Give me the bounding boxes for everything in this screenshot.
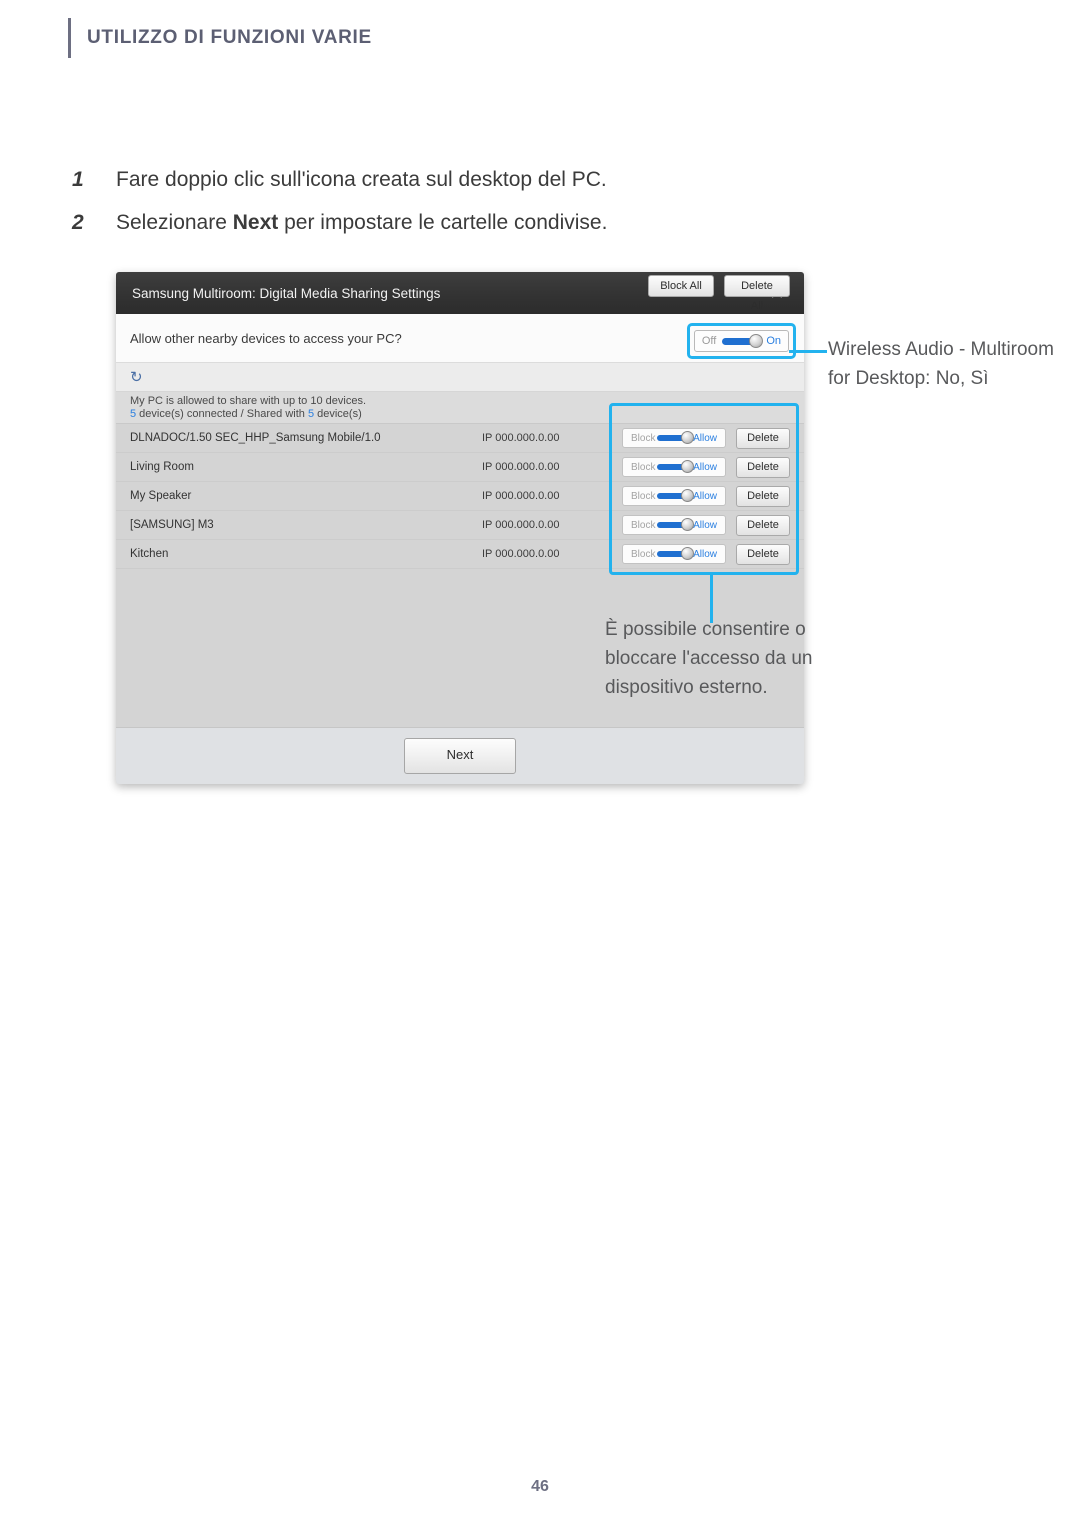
allow-label: Allow — [693, 490, 717, 502]
block-label: Block — [631, 519, 656, 531]
header-accent-rule — [68, 18, 71, 58]
next-button[interactable]: Next — [404, 738, 516, 774]
row-controls: Block Allow Delete — [622, 427, 790, 449]
toggle-knob[interactable] — [681, 489, 695, 502]
toggle-knob[interactable] — [681, 460, 695, 473]
toggle-knob[interactable] — [681, 547, 695, 560]
callout-line-toggle — [789, 350, 827, 353]
step-text: Selezionare Next per impostare le cartel… — [116, 209, 607, 236]
toggle-track — [657, 547, 695, 560]
allow-label: Allow — [693, 432, 717, 444]
page-number: 46 — [531, 1478, 549, 1495]
toggle-track — [657, 460, 695, 473]
device-block-allow-toggle[interactable]: Block Allow — [622, 428, 726, 448]
device-ip: IP 000.000.0.00 — [482, 490, 560, 502]
toggle-knob[interactable] — [749, 333, 764, 348]
refresh-toolbar: ↻ — [116, 363, 804, 392]
dialog-footer: Next — [116, 727, 804, 784]
share-info-bar: My PC is allowed to share with up to 10 … — [116, 275, 804, 424]
device-block-allow-toggle[interactable]: Block Allow — [622, 544, 726, 564]
row-controls: Block Allow Delete — [622, 456, 790, 478]
device-name: My Speaker — [130, 490, 192, 502]
allow-access-row: Allow other nearby devices to access you… — [116, 314, 804, 363]
delete-button[interactable]: Delete — [736, 427, 790, 449]
toggle-on-label: On — [766, 335, 781, 347]
block-label: Block — [631, 548, 656, 560]
device-ip: IP 000.000.0.00 — [482, 519, 560, 531]
delete-button[interactable]: Delete — [736, 514, 790, 536]
allow-label: Allow — [693, 519, 717, 531]
device-ip: IP 000.000.0.00 — [482, 548, 560, 560]
list-item: 2 Selezionare Next per impostare le cart… — [68, 209, 1008, 236]
screenshot-figure: Samsung Multiroom: Digital Media Sharing… — [116, 272, 804, 784]
table-row: DLNADOC/1.50 SEC_HHP_Samsung Mobile/1.0 … — [116, 424, 804, 453]
step-text-part: Selezionare — [116, 211, 233, 235]
master-allow-toggle[interactable]: Off On — [693, 330, 789, 352]
allow-label: Allow — [693, 461, 717, 473]
block-label: Block — [631, 461, 656, 473]
block-label: Block — [631, 490, 656, 502]
block-all-button[interactable]: Block All — [648, 275, 714, 297]
refresh-icon[interactable]: ↻ — [130, 370, 143, 385]
toggle-knob[interactable] — [681, 518, 695, 531]
annotation-wireless-audio: Wireless Audio - Multiroom for Desktop: … — [828, 339, 1054, 389]
toggle-track — [657, 431, 695, 444]
table-row: [SAMSUNG] M3 IP 000.000.0.00 Block Allow… — [116, 511, 804, 540]
toggle-knob[interactable] — [681, 431, 695, 444]
step-text-emphasis: Next — [232, 211, 279, 235]
share-count-mid: device(s) connected / Shared with — [136, 408, 308, 420]
step-text-part: per impostare le cartelle condivise. — [278, 211, 608, 235]
share-count-text: 5 device(s) connected / Shared with 5 de… — [130, 408, 804, 421]
delete-button[interactable]: Delete — [736, 543, 790, 565]
table-row: Kitchen IP 000.000.0.00 Block Allow Dele… — [116, 540, 804, 569]
device-block-allow-toggle[interactable]: Block Allow — [622, 486, 726, 506]
step-text: Fare doppio clic sull'icona creata sul d… — [116, 166, 607, 193]
block-label: Block — [631, 432, 656, 444]
table-row: My Speaker IP 000.000.0.00 Block Allow D… — [116, 482, 804, 511]
share-count-tail: device(s) — [314, 408, 362, 420]
list-item: 1 Fare doppio clic sull'icona creata sul… — [68, 166, 1008, 193]
step-number: 1 — [72, 168, 84, 191]
step-number: 2 — [72, 211, 84, 235]
device-ip: IP 000.000.0.00 — [482, 461, 560, 473]
delete-all-button[interactable]: Delete All — [724, 275, 790, 312]
step-text-part: Fare doppio clic sull'icona creata sul d… — [116, 168, 607, 191]
allow-label: Allow — [693, 548, 717, 560]
device-ip: IP 000.000.0.00 — [482, 432, 560, 444]
toggle-track — [722, 333, 764, 348]
device-name: Kitchen — [130, 548, 169, 560]
device-block-allow-toggle[interactable]: Block Allow — [622, 457, 726, 477]
device-name: [SAMSUNG] M3 — [130, 519, 214, 531]
toggle-off-label: Off — [701, 335, 717, 347]
sharing-settings-dialog: Samsung Multiroom: Digital Media Sharing… — [116, 272, 804, 784]
device-name: Living Room — [130, 461, 194, 473]
row-controls: Block Allow Delete — [622, 543, 790, 565]
page-title: UTILIZZO DI FUNZIONI VARIE — [87, 27, 372, 48]
share-limit-text: My PC is allowed to share with up to 10 … — [130, 395, 367, 407]
delete-button[interactable]: Delete — [736, 485, 790, 507]
bulk-actions: Block All Delete All — [648, 275, 790, 312]
table-row: Living Room IP 000.000.0.00 Block Allow … — [116, 453, 804, 482]
toggle-track — [657, 518, 695, 531]
page-header: UTILIZZO DI FUNZIONI VARIE — [68, 18, 372, 58]
row-controls: Block Allow Delete — [622, 514, 790, 536]
toggle-track — [657, 489, 695, 502]
row-controls: Block Allow Delete — [622, 485, 790, 507]
device-block-allow-toggle[interactable]: Block Allow — [622, 515, 726, 535]
device-name: DLNADOC/1.50 SEC_HHP_Samsung Mobile/1.0 — [130, 432, 381, 444]
annotation-allow-block: È possibile consentire o bloccare l'acce… — [605, 619, 813, 698]
instruction-steps: 1 Fare doppio clic sull'icona creata sul… — [68, 166, 1008, 253]
delete-button[interactable]: Delete — [736, 456, 790, 478]
highlight-box-toggle: Off On — [686, 323, 796, 359]
